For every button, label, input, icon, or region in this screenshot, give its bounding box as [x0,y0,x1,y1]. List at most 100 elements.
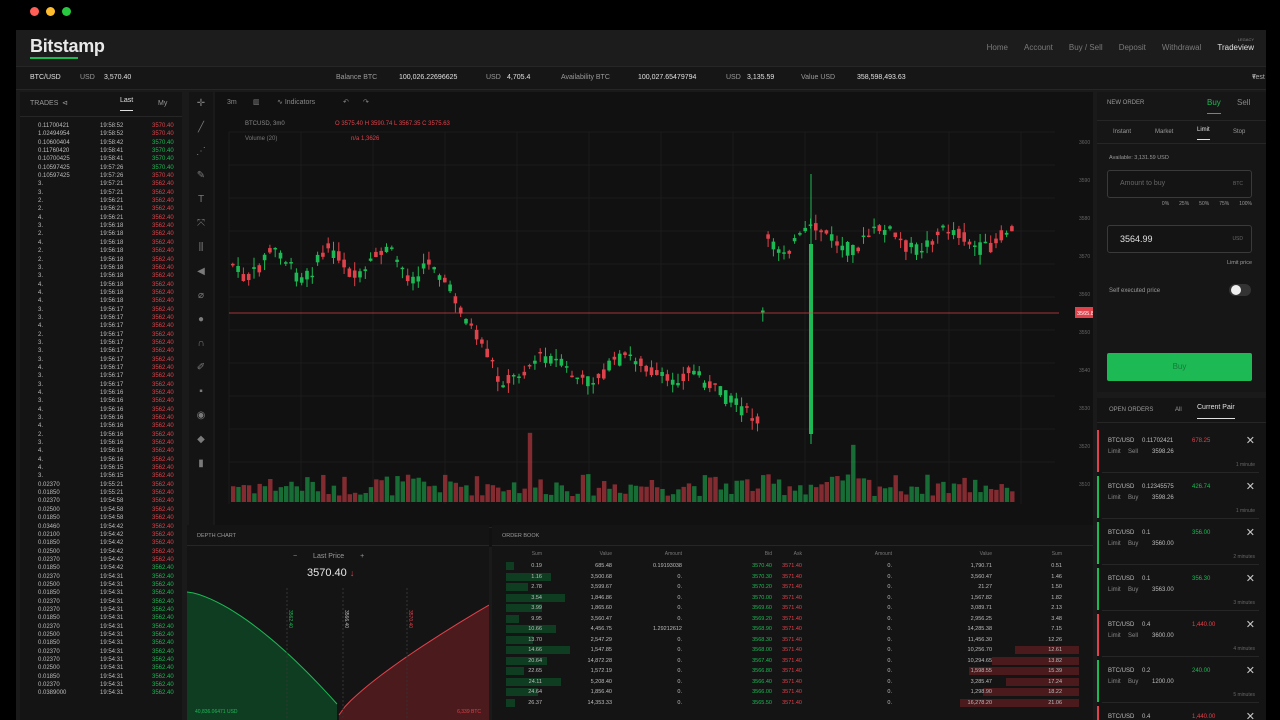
interval-selector[interactable]: 3m [227,92,237,114]
close-icon[interactable]: ✕ [1246,434,1255,447]
crosshair-icon[interactable]: ✛ [189,92,213,116]
minimize-window-button[interactable] [46,7,55,16]
self-executed-toggle[interactable] [1229,284,1251,296]
open-order-card[interactable]: BTC/USD 0.1 356.30 Limit Buy 3563.00 3 minutes… [1097,568,1259,611]
volume-bar [554,482,559,502]
percent-0[interactable]: 0% [1162,201,1169,207]
close-icon[interactable]: ✕ [1246,664,1255,677]
brush-icon[interactable]: ✎ [189,164,213,188]
nav-home[interactable]: Home [987,43,1008,52]
volume-bar [983,485,988,502]
close-icon[interactable]: ✕ [1246,480,1255,493]
nav-deposit[interactable]: Deposit [1119,43,1146,52]
book-cell-bid: 3570.30 [752,573,772,580]
percent-75[interactable]: 75% [1219,201,1229,207]
trend-line-icon[interactable]: ╱ [189,116,213,140]
order-book-row[interactable]: 0.19 685.48 0.19193038 3570.40 3571.40 0. 1,79… [492,561,1093,572]
prediction-icon[interactable]: ⫼ [189,236,213,260]
open-order-card[interactable]: BTC/USD 0.4 1,440.00 Limit Sell 3600.00 4 minu… [1097,614,1259,657]
magnet-icon[interactable]: ∩ [189,332,213,356]
buy-button[interactable]: Buy [1107,353,1252,381]
ruler-icon[interactable]: ⌀ [189,284,213,308]
amount-input[interactable]: Amount to buy BTC [1107,170,1252,198]
order-book-row[interactable]: 3.54 1,846.86 0. 3570.00 3571.40 0. 1,567.82 1.… [492,593,1093,604]
order-book-row[interactable]: 22.65 1,572.19 0. 3566.80 3571.40 0. 1,598.55 1… [492,666,1093,677]
type-market[interactable]: Market [1155,121,1173,143]
trade-amount: 2. [38,256,44,263]
tab-buy[interactable]: Buy [1207,98,1221,114]
maximize-window-button[interactable] [62,7,71,16]
back-arrow-icon[interactable]: ◀ [189,260,213,284]
trash-icon[interactable]: ▮ [189,452,213,476]
fib-icon[interactable]: ⋰ [189,140,213,164]
order-book-row[interactable]: 10.66 4,456.75 1.29212612 3568.90 3571.40 0. 1… [492,624,1093,635]
trade-time: 19:56:17 [100,364,124,371]
volume-bar [443,474,448,502]
nav-account[interactable]: Account [1024,43,1053,52]
close-icon[interactable]: ✕ [1246,526,1255,539]
open-order-card[interactable]: BTC/USD 0.1 356.00 Limit Buy 3560.00 2 minutes… [1097,522,1259,565]
eye-icon[interactable]: ◉ [189,404,213,428]
tab-all-orders[interactable]: All [1175,398,1182,422]
close-icon[interactable]: ✕ [1246,710,1255,720]
close-icon[interactable]: ✕ [1246,572,1255,585]
trade-price: 3562.40 [152,339,174,346]
candlestick-chart[interactable]: BTCUSD, 3m0 O 3575.40 H 3590.74 L 3567.35… [215,114,1093,527]
tab-current-pair[interactable]: Current Pair [1197,398,1235,419]
volume-bar [490,485,496,502]
volume-bar [400,481,405,502]
plus-icon[interactable]: + [360,553,364,560]
order-book-row[interactable]: 9.95 3,560.47 0. 3569.20 3571.40 0. 2,956.25 3.… [492,614,1093,625]
ticker-pair[interactable]: BTC/USD [30,67,61,89]
type-instant[interactable]: Instant [1113,121,1131,143]
trade-time: 19:56:17 [100,373,124,380]
undo-icon[interactable]: ↶ [343,92,349,114]
tab-last-trades[interactable]: Last [120,92,134,111]
nav-withdrawal[interactable]: Withdrawal [1162,43,1202,52]
layers-icon[interactable]: ◆ [189,428,213,452]
pattern-icon[interactable]: ⤧ [189,212,213,236]
order-book-row[interactable]: 13.70 2,547.29 0. 3568.30 3571.40 0. 11,456.30… [492,635,1093,646]
candle-type-icon[interactable]: ▥ [253,92,260,114]
candle-body [268,248,272,253]
depth-chart[interactable]: 3562.40 3566.40 3570.40 [187,580,489,720]
percent-100[interactable]: 100% [1239,201,1252,207]
nav-tradeview[interactable]: LEGACY Tradeview [1217,37,1254,52]
zoom-icon[interactable]: ● [189,308,213,332]
open-order-card[interactable]: BTC/USD 0.11702421 678.25 Limit Sell 3598.26 1… [1097,430,1259,473]
type-limit[interactable]: Limit [1197,121,1210,140]
open-order-card[interactable]: BTC/USD 0.2 240.00 Limit Buy 1200.00 5 minutes… [1097,660,1259,703]
tab-my-trades[interactable]: My [158,92,167,116]
limit-price-input[interactable]: 3564.99 USD [1107,225,1252,253]
redo-icon[interactable]: ↷ [363,92,369,114]
order-book-row[interactable]: 20.64 14,872.28 0. 3567.40 3571.40 0. 10,294.6… [492,656,1093,667]
trade-time: 19:56:17 [100,306,124,313]
ask-depth-bar [1006,677,1079,686]
percent-50[interactable]: 50% [1199,201,1209,207]
indicators-button[interactable]: ∿ Indicators [277,92,315,114]
share-icon[interactable]: ⊲ [62,92,68,116]
percent-25[interactable]: 25% [1179,201,1189,207]
minus-icon[interactable]: − [293,553,297,560]
close-icon[interactable]: ✕ [1246,618,1255,631]
type-stop[interactable]: Stop [1233,121,1245,143]
pencil-lock-icon[interactable]: ✐ [189,356,213,380]
order-book-row[interactable]: 2.78 3,599.67 0. 3570.20 3571.40 0. 21.27 1.50 [492,582,1093,593]
order-book-row[interactable]: 14.66 1,547.85 0. 3568.00 3571.40 0. 10,256.70… [492,645,1093,656]
open-order-card[interactable]: BTC/USD 0.12345575 426.74 Limit Buy 3598.26 1 … [1097,476,1259,519]
order-book-row[interactable]: 26.37 14,353.33 0. 3565.50 3571.40 0. 16,278.2… [492,698,1093,709]
book-cell-a_sum: 12.61 [1048,647,1062,653]
bid-depth-bar [506,583,528,591]
nav-buy-sell[interactable]: Buy / Sell [1069,43,1103,52]
tab-sell[interactable]: Sell [1237,98,1250,107]
bitstamp-logo[interactable]: Bitstamp [30,36,105,57]
text-icon[interactable]: T [189,188,213,212]
order-book-row[interactable]: 3.99 1,865.60 0. 3569.60 3571.40 0. 3,089.71 2.… [492,603,1093,614]
order-book-row[interactable]: 24.11 5,208.40 0. 3566.40 3571.40 0. 3,285.47 1… [492,677,1093,688]
close-window-button[interactable] [30,7,39,16]
order-book-row[interactable]: 24.64 1,856.40 0. 3566.00 3571.40 0. 1,298.90 1… [492,687,1093,698]
candle-body [384,246,389,253]
order-book-row[interactable]: 1.16 3,500.68 0. 3570.30 3571.40 0. 3,560.47 1.… [492,572,1093,583]
lock-icon[interactable]: ▪ [189,380,213,404]
open-order-card[interactable]: BTC/USD0.41,440.00LimitSell3600.006 minu… [1097,706,1259,720]
